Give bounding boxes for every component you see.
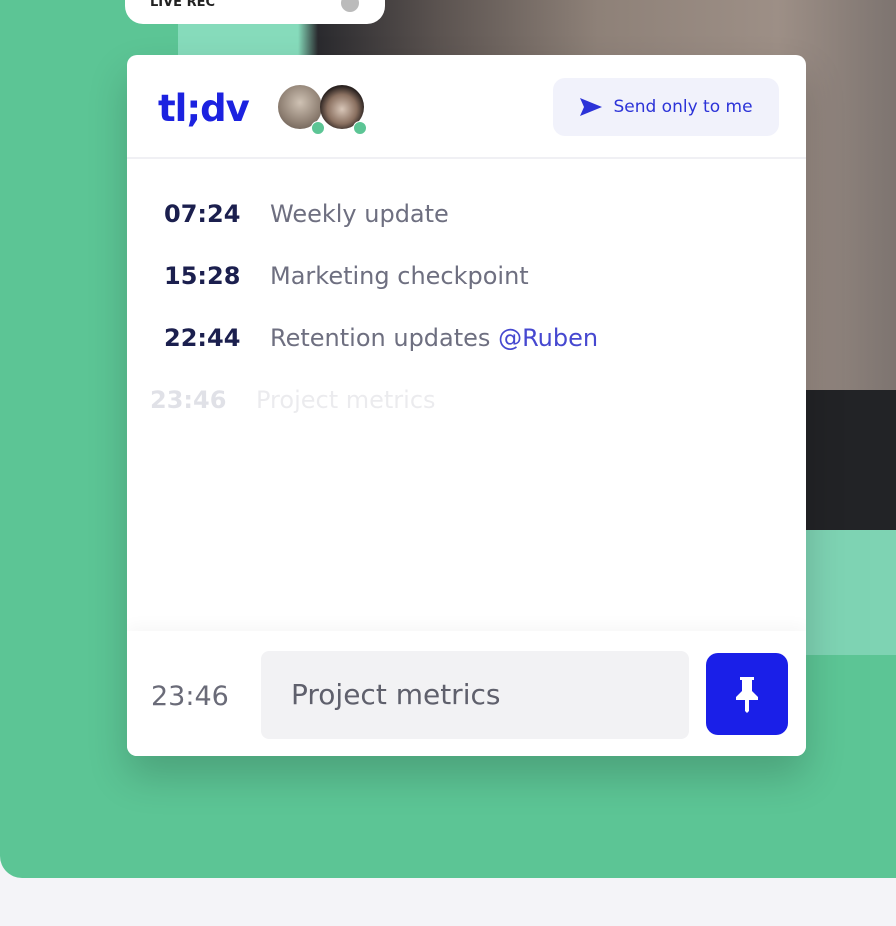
note-time: 07:24: [164, 200, 241, 228]
note-text: Project metrics: [256, 386, 436, 414]
note-composer: 23:46 Project metrics: [127, 631, 806, 756]
pin-note-button[interactable]: [706, 653, 788, 735]
note-mention[interactable]: @Ruben: [498, 324, 598, 352]
note-time: 15:28: [164, 262, 241, 290]
note-item[interactable]: 15:28 Marketing checkpoint: [164, 262, 598, 324]
send-icon: [580, 98, 603, 116]
online-indicator: [311, 121, 325, 135]
composer-timestamp: 23:46: [151, 681, 229, 712]
online-indicator: [353, 121, 367, 135]
notes-list: 07:24 Weekly update 15:28 Marketing checkp…: [150, 200, 598, 448]
note-item-appearing: 23:46 Project metrics: [150, 386, 598, 448]
note-time: 23:46: [150, 386, 227, 414]
live-rec-label: LIVE REC: [150, 0, 216, 10]
pin-icon: [736, 677, 758, 713]
note-item[interactable]: 07:24 Weekly update: [164, 200, 598, 262]
send-only-to-me-button[interactable]: Send only to me: [553, 78, 779, 136]
note-text: Marketing checkpoint: [270, 262, 529, 290]
note-text: Weekly update: [270, 200, 449, 228]
note-time: 22:44: [164, 324, 241, 352]
note-item[interactable]: 22:44 Retention updates @Ruben: [164, 324, 598, 386]
note-text: Retention updates: [270, 324, 491, 352]
send-button-label: Send only to me: [613, 97, 753, 117]
widget-header: tl;dv Send only to me: [127, 55, 806, 159]
notes-widget: tl;dv Send only to me 07:24 Weekly update…: [127, 55, 806, 756]
note-input[interactable]: Project metrics: [261, 651, 689, 739]
tldv-logo: tl;dv: [158, 87, 250, 130]
live-rec-card: LIVE REC: [125, 0, 385, 24]
record-icon: [341, 0, 359, 12]
